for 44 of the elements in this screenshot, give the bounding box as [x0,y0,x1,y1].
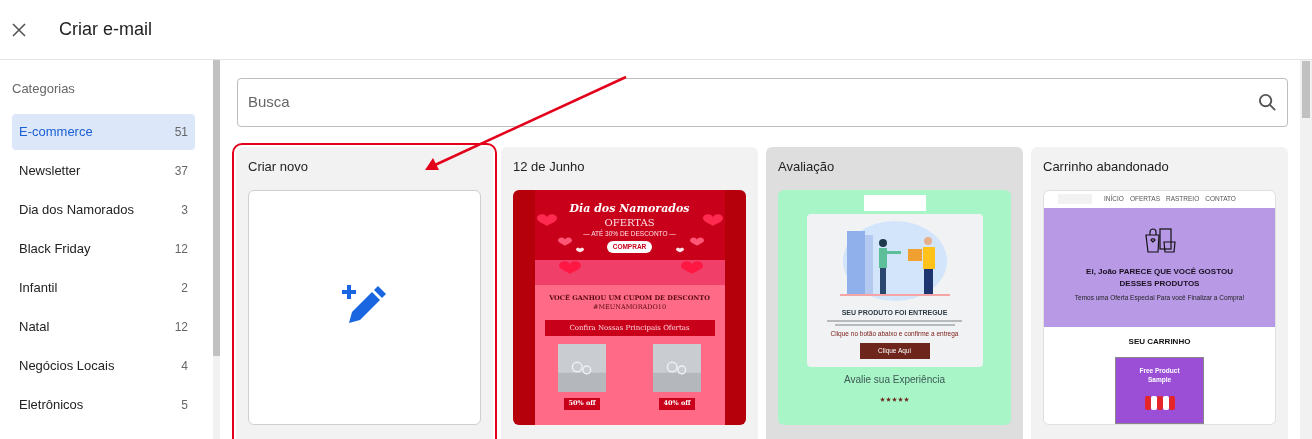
category-count: 3 [181,201,188,219]
category-item[interactable]: E-commerce 51 [12,113,195,150]
category-item[interactable]: Newsletter 37 [12,152,195,189]
search-icon[interactable] [1258,93,1277,112]
category-label: Eletrônicos [19,395,84,414]
category-item[interactable]: Eletrônicos 5 [12,386,195,423]
search-input[interactable]: Busca [248,91,1258,114]
close-icon[interactable] [12,22,26,37]
category-label: Infantil [19,278,58,297]
category-item[interactable]: Black Friday 12 [12,230,195,267]
headline: Dia dos Namorados [569,202,690,214]
offer-heading: OFERTAS [604,217,655,228]
logo-placeholder [863,194,926,211]
main-scrollbar[interactable] [1300,60,1312,439]
category-count: 2 [181,279,188,297]
template-title: 12 de Junho [513,158,586,176]
category-count: 51 [174,123,188,141]
category-label: Black Friday [19,239,91,258]
search-field[interactable]: Busca [237,78,1288,127]
category-count: 12 [174,318,188,336]
window-title: Criar e-mail [59,18,152,41]
category-count: 37 [174,162,188,180]
store-awning-icon [1144,395,1175,410]
template-title: Criar novo [248,158,309,176]
category-count: 4 [181,357,188,375]
rate-heading: Avalie sua Experiência [844,374,945,385]
section-heading: SEU CARRINHO [1127,337,1192,346]
template-title: Carrinho abandonado [1043,158,1170,176]
blank-template[interactable] [248,189,481,425]
category-count: 5 [181,396,188,414]
category-label: Newsletter [19,161,81,180]
category-label: Negócios Locais [19,356,115,375]
category-item[interactable]: Negócios Locais 4 [12,347,195,384]
category-item[interactable]: Natal 12 [12,308,195,345]
category-label: Dia dos Namorados [19,200,134,219]
category-label: Natal [19,317,50,336]
sidebar-scrollbar[interactable] [213,60,220,439]
category-count: 12 [174,240,188,258]
category-label: E-commerce [19,122,93,141]
headline: Ei, João PARECE QUE VOCÊ GOSTOU DESSES PRODUTOS [1085,265,1234,290]
template-title: Avaliação [778,158,836,176]
category-item[interactable]: Dia dos Namorados 3 [12,191,195,228]
category-item[interactable]: Infantil 2 [12,269,195,306]
sidebar-heading: Categorias [12,80,76,98]
